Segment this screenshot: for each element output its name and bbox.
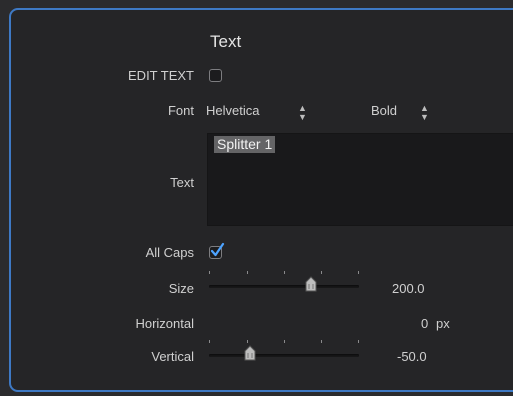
horizontal-unit: px bbox=[436, 316, 450, 331]
slider-tick bbox=[284, 271, 285, 274]
text-content-field[interactable]: Splitter 1 bbox=[207, 133, 513, 226]
slider-tick bbox=[284, 340, 285, 343]
slider-knob-icon bbox=[305, 276, 317, 292]
section-title: Text bbox=[210, 32, 242, 51]
slider-tick bbox=[358, 340, 359, 343]
vertical-value[interactable]: -50.0 bbox=[397, 349, 427, 364]
horizontal-label: Horizontal bbox=[135, 316, 194, 331]
slider-track[interactable] bbox=[209, 354, 359, 357]
slider-tick bbox=[209, 340, 210, 343]
checkmark-icon bbox=[210, 242, 225, 257]
font-style-chevron-icon[interactable]: ▲ ▼ bbox=[420, 104, 429, 122]
size-value[interactable]: 200.0 bbox=[392, 281, 425, 296]
slider-knob-icon bbox=[244, 345, 256, 361]
text-label: Text bbox=[170, 175, 194, 190]
slider-tick bbox=[321, 271, 322, 274]
font-style-popup[interactable]: Bold bbox=[371, 103, 397, 118]
slider-tick bbox=[321, 340, 322, 343]
size-slider-thumb[interactable] bbox=[304, 276, 318, 292]
size-label: Size bbox=[168, 281, 194, 296]
size-slider[interactable] bbox=[209, 271, 359, 292]
slider-tick bbox=[358, 271, 359, 274]
slider-tick bbox=[209, 271, 210, 274]
slider-tick bbox=[247, 271, 248, 274]
vertical-slider-thumb[interactable] bbox=[243, 345, 257, 361]
inspector-stage: Text EDIT TEXT Font Helvetica ▲ ▼ Bold ▲ ▼… bbox=[0, 0, 513, 396]
slider-track[interactable] bbox=[209, 285, 359, 288]
all-caps-label: All Caps bbox=[145, 245, 194, 260]
slider-tick bbox=[247, 340, 248, 343]
edit-text-label: EDIT TEXT bbox=[128, 68, 194, 83]
all-caps-checkbox[interactable] bbox=[209, 242, 225, 259]
selected-text: Splitter 1 bbox=[214, 136, 276, 153]
font-family-popup[interactable]: Helvetica bbox=[206, 103, 259, 118]
horizontal-value[interactable]: 0 bbox=[421, 316, 428, 331]
font-label: Font bbox=[167, 103, 194, 118]
vertical-slider[interactable] bbox=[209, 340, 359, 361]
edit-text-checkbox[interactable] bbox=[209, 69, 222, 82]
font-family-chevron-icon[interactable]: ▲ ▼ bbox=[298, 104, 307, 122]
vertical-label: Vertical bbox=[151, 349, 194, 364]
